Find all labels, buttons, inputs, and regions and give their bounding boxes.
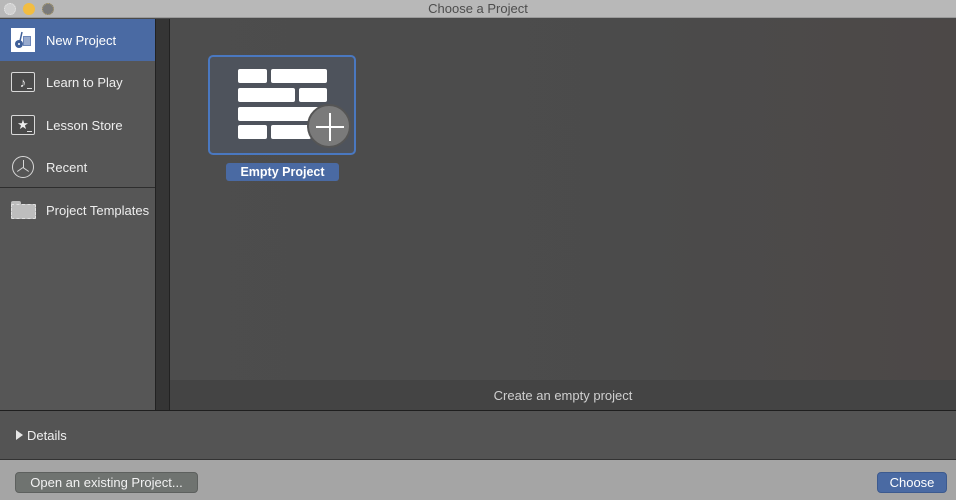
empty-project-tile[interactable] bbox=[208, 55, 356, 155]
sidebar-item-learn-to-play[interactable]: ♪ Learn to Play bbox=[0, 61, 155, 103]
sidebar-item-label: Project Templates bbox=[46, 202, 150, 218]
project-description: Create an empty project bbox=[493, 388, 633, 403]
sidebar-item-label: New Project bbox=[46, 32, 117, 48]
footer-bar: Open an existing Project... Choose bbox=[0, 460, 956, 500]
sidebar-item-label: Lesson Store bbox=[46, 117, 123, 133]
window-title: Choose a Project bbox=[428, 1, 528, 16]
sidebar-item-new-project[interactable]: New Project bbox=[0, 19, 155, 61]
title-bar: Choose a Project bbox=[0, 0, 956, 18]
project-browser: Empty Project bbox=[170, 19, 956, 380]
star-icon: ★ bbox=[11, 113, 35, 137]
clock-icon bbox=[11, 155, 35, 179]
details-label[interactable]: Details bbox=[27, 428, 67, 443]
sidebar: New Project ♪ Learn to Play ★ Lesson Sto… bbox=[0, 19, 155, 410]
sidebar-item-project-templates[interactable]: Project Templates bbox=[0, 189, 155, 231]
disclosure-triangle-icon[interactable] bbox=[16, 430, 23, 440]
sidebar-splitter[interactable] bbox=[155, 19, 170, 410]
new-project-guitar-icon bbox=[11, 28, 35, 52]
sidebar-item-recent[interactable]: Recent bbox=[0, 146, 155, 188]
sidebar-item-label: Learn to Play bbox=[46, 74, 123, 90]
details-disclosure[interactable]: Details bbox=[0, 411, 956, 460]
choose-button[interactable]: Choose bbox=[877, 472, 947, 493]
folder-icon bbox=[11, 198, 36, 222]
sidebar-item-lesson-store[interactable]: ★ Lesson Store bbox=[0, 104, 155, 146]
open-existing-project-button[interactable]: Open an existing Project... bbox=[15, 472, 198, 493]
music-note-icon: ♪ bbox=[11, 70, 35, 94]
empty-project-label[interactable]: Empty Project bbox=[226, 163, 339, 181]
sidebar-item-label: Recent bbox=[46, 159, 88, 175]
sidebar-divider bbox=[0, 187, 155, 188]
description-bar: Create an empty project bbox=[170, 380, 956, 410]
